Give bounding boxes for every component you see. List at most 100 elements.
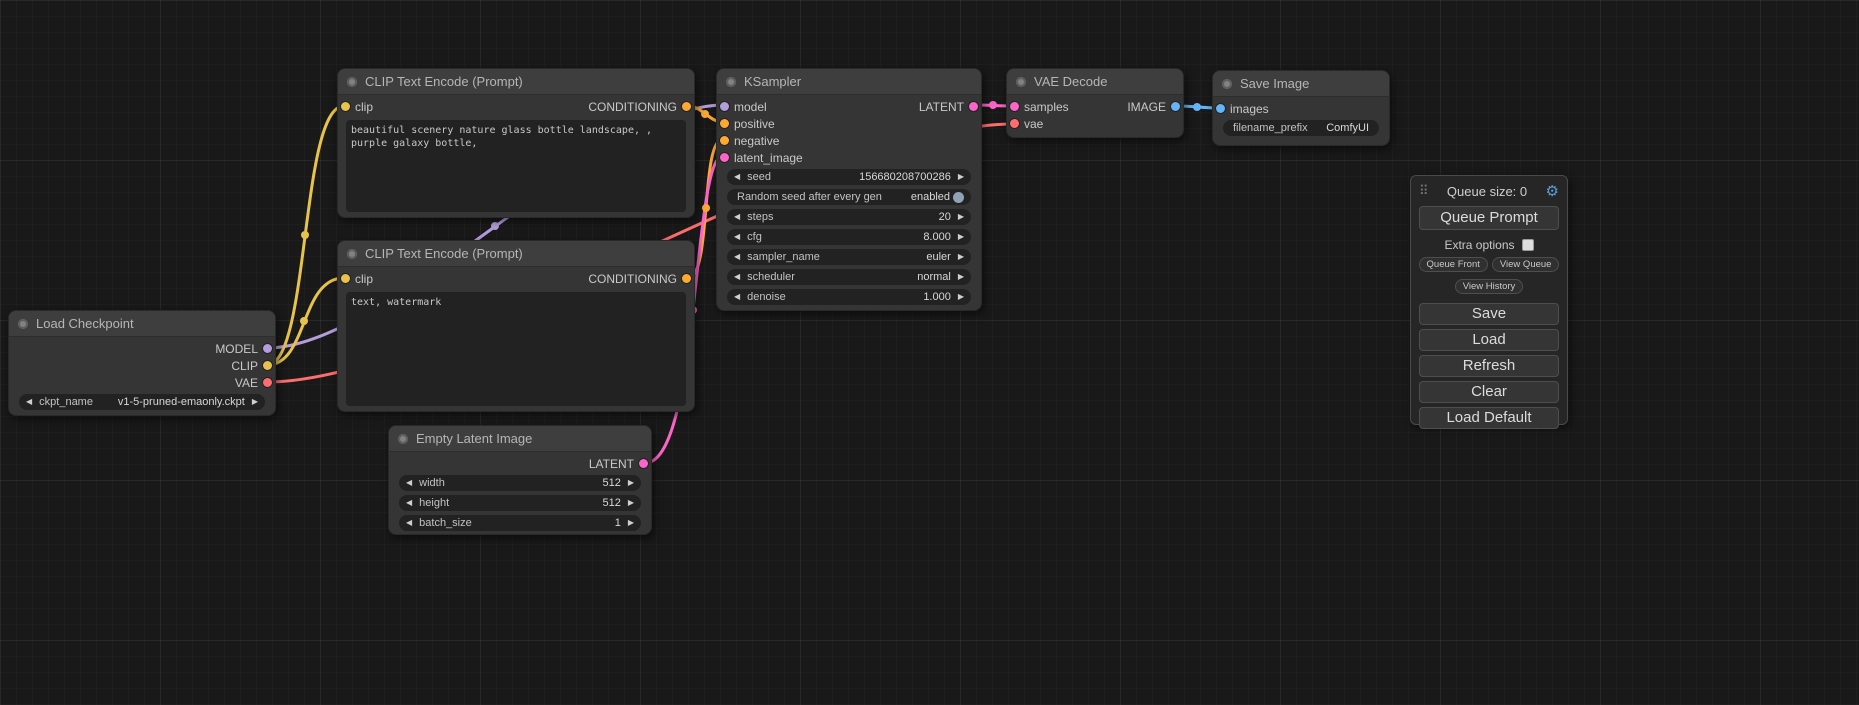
random-seed-toggle-widget[interactable]: Random seed after every gen enabled: [727, 189, 971, 205]
height-widget[interactable]: ◀ height 512 ▶: [399, 495, 641, 511]
input-port-model[interactable]: [720, 102, 729, 111]
input-port-positive[interactable]: [720, 119, 729, 128]
output-port-conditioning[interactable]: [682, 274, 691, 283]
widget-name: denoise: [747, 291, 786, 303]
node-title-bar[interactable]: Save Image: [1213, 71, 1389, 97]
view-history-button[interactable]: View History: [1455, 279, 1524, 294]
collapse-dot-icon[interactable]: [398, 434, 408, 444]
input-port-vae[interactable]: [1010, 119, 1019, 128]
clear-button[interactable]: Clear: [1419, 381, 1559, 403]
batch-size-widget[interactable]: ◀ batch_size 1 ▶: [399, 515, 641, 531]
collapse-dot-icon[interactable]: [1222, 79, 1232, 89]
widget-value: 156680208700286: [771, 171, 951, 183]
negative-prompt-textarea[interactable]: text, watermark: [346, 292, 686, 406]
node-clip-text-encode-positive[interactable]: CLIP Text Encode (Prompt) clip CONDITION…: [337, 68, 695, 218]
panel-drag-handle-icon[interactable]: ⠿: [1419, 183, 1429, 199]
widget-left-arrow-icon[interactable]: ◀: [406, 495, 412, 511]
widget-right-arrow-icon[interactable]: ▶: [958, 229, 964, 245]
input-port-images[interactable]: [1216, 104, 1225, 113]
widget-value: 20: [773, 211, 950, 223]
collapse-dot-icon[interactable]: [726, 77, 736, 87]
queue-front-button[interactable]: Queue Front: [1419, 257, 1488, 272]
node-title-bar[interactable]: CLIP Text Encode (Prompt): [338, 69, 694, 95]
link-midpoint-dot: [301, 231, 309, 239]
widget-right-arrow-icon[interactable]: ▶: [628, 495, 634, 511]
scheduler-widget[interactable]: ◀ scheduler normal ▶: [727, 269, 971, 285]
widget-name: height: [419, 497, 449, 509]
widget-right-arrow-icon[interactable]: ▶: [628, 475, 634, 491]
widget-right-arrow-icon[interactable]: ▶: [958, 209, 964, 225]
input-port-negative[interactable]: [720, 136, 729, 145]
widget-left-arrow-icon[interactable]: ◀: [734, 249, 740, 265]
collapse-dot-icon[interactable]: [1016, 77, 1026, 87]
widget-left-arrow-icon[interactable]: ◀: [734, 269, 740, 285]
settings-gear-icon[interactable]: ⚙: [1546, 184, 1559, 199]
node-clip-text-encode-negative[interactable]: CLIP Text Encode (Prompt) clip CONDITION…: [337, 240, 695, 412]
load-button[interactable]: Load: [1419, 329, 1559, 351]
widget-value: 512: [449, 497, 621, 509]
node-title-bar[interactable]: CLIP Text Encode (Prompt): [338, 241, 694, 267]
node-vae-decode[interactable]: VAE Decode samples IMAGE vae: [1006, 68, 1184, 138]
output-port-vae[interactable]: [263, 378, 272, 387]
widget-left-arrow-icon[interactable]: ◀: [406, 475, 412, 491]
widget-right-arrow-icon[interactable]: ▶: [628, 515, 634, 531]
node-title: Empty Latent Image: [416, 431, 532, 446]
widget-left-arrow-icon[interactable]: ◀: [734, 209, 740, 225]
queue-prompt-button[interactable]: Queue Prompt: [1419, 206, 1559, 230]
node-title-bar[interactable]: VAE Decode: [1007, 69, 1183, 95]
widget-left-arrow-icon[interactable]: ◀: [734, 289, 740, 305]
widget-value: 1.000: [786, 291, 951, 303]
widget-right-arrow-icon[interactable]: ▶: [958, 169, 964, 185]
widget-right-arrow-icon[interactable]: ▶: [958, 249, 964, 265]
output-port-latent[interactable]: [969, 102, 978, 111]
collapse-dot-icon[interactable]: [18, 319, 28, 329]
input-port-latent-image[interactable]: [720, 153, 729, 162]
widget-left-arrow-icon[interactable]: ◀: [734, 169, 740, 185]
widget-right-arrow-icon[interactable]: ▶: [958, 289, 964, 305]
steps-widget[interactable]: ◀ steps 20 ▶: [727, 209, 971, 225]
output-port-clip[interactable]: [263, 361, 272, 370]
widget-right-arrow-icon[interactable]: ▶: [252, 394, 258, 410]
ckpt-name-widget[interactable]: ◀ ckpt_name v1-5-pruned-emaonly.ckpt ▶: [19, 394, 265, 410]
filename-prefix-widget[interactable]: filename_prefix ComfyUI: [1223, 120, 1379, 136]
width-widget[interactable]: ◀ width 512 ▶: [399, 475, 641, 491]
node-title-bar[interactable]: Load Checkpoint: [9, 311, 275, 337]
node-title-bar[interactable]: Empty Latent Image: [389, 426, 651, 452]
output-label-latent: LATENT: [589, 457, 634, 471]
widget-left-arrow-icon[interactable]: ◀: [406, 515, 412, 531]
node-load-checkpoint[interactable]: Load Checkpoint MODEL CLIP VAE ◀ ckpt_na…: [8, 310, 276, 416]
node-save-image[interactable]: Save Image images filename_prefix ComfyU…: [1212, 70, 1390, 146]
node-ksampler[interactable]: KSampler model LATENT positive negative: [716, 68, 982, 311]
input-port-clip[interactable]: [341, 102, 350, 111]
refresh-button[interactable]: Refresh: [1419, 355, 1559, 377]
node-title: Save Image: [1240, 76, 1309, 91]
widget-left-arrow-icon[interactable]: ◀: [734, 229, 740, 245]
widget-value: v1-5-pruned-emaonly.ckpt: [93, 396, 245, 408]
view-queue-button[interactable]: View Queue: [1492, 257, 1560, 272]
load-default-button[interactable]: Load Default: [1419, 407, 1559, 429]
extra-options-checkbox[interactable]: [1522, 239, 1534, 251]
seed-widget[interactable]: ◀ seed 156680208700286 ▶: [727, 169, 971, 185]
output-port-conditioning[interactable]: [682, 102, 691, 111]
toggle-dot-icon[interactable]: [953, 192, 964, 203]
input-port-samples[interactable]: [1010, 102, 1019, 111]
widget-name: width: [419, 477, 445, 489]
widget-value: enabled: [882, 191, 950, 203]
output-port-latent[interactable]: [639, 459, 648, 468]
collapse-dot-icon[interactable]: [347, 77, 357, 87]
sampler-name-widget[interactable]: ◀ sampler_name euler ▶: [727, 249, 971, 265]
node-title-bar[interactable]: KSampler: [717, 69, 981, 95]
input-port-clip[interactable]: [341, 274, 350, 283]
node-empty-latent-image[interactable]: Empty Latent Image LATENT ◀ width 512 ▶ …: [388, 425, 652, 535]
input-label-model: model: [734, 100, 767, 114]
denoise-widget[interactable]: ◀ denoise 1.000 ▶: [727, 289, 971, 305]
positive-prompt-textarea[interactable]: beautiful scenery nature glass bottle la…: [346, 120, 686, 212]
output-port-image[interactable]: [1171, 102, 1180, 111]
input-label-vae: vae: [1024, 117, 1043, 131]
collapse-dot-icon[interactable]: [347, 249, 357, 259]
save-button[interactable]: Save: [1419, 303, 1559, 325]
widget-left-arrow-icon[interactable]: ◀: [26, 394, 32, 410]
cfg-widget[interactable]: ◀ cfg 8.000 ▶: [727, 229, 971, 245]
widget-right-arrow-icon[interactable]: ▶: [958, 269, 964, 285]
output-port-model[interactable]: [263, 344, 272, 353]
